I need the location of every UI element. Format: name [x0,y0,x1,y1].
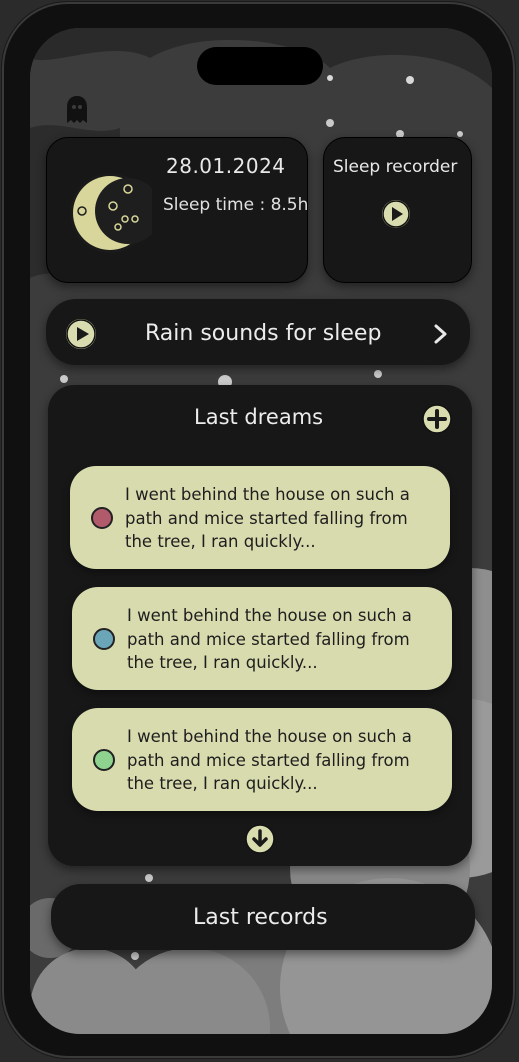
dream-color-dot [91,507,113,529]
ghost-icon[interactable] [65,95,89,125]
play-icon[interactable] [382,200,410,228]
last-records-label: Last records [193,905,328,930]
dream-color-dot [93,628,115,650]
rain-sounds-label: Rain sounds for sleep [145,321,382,346]
dream-text: I went behind the house on such a path a… [127,606,412,672]
sleep-recorder-label: Sleep recorder [333,157,458,177]
dynamic-island [197,47,323,85]
dream-item[interactable]: I went behind the house on such a path a… [70,466,450,569]
moon-icon [70,173,152,253]
dream-item[interactable]: I went behind the house on such a path a… [72,708,452,811]
dream-item[interactable]: I went behind the house on such a path a… [72,587,452,690]
play-icon[interactable] [66,319,96,349]
date-label: 28.01.2024 [166,154,286,178]
plus-icon[interactable] [422,404,452,434]
dream-color-dot [93,749,115,771]
dream-text: I went behind the house on such a path a… [125,485,410,551]
phone-frame: 28.01.2024 Sleep time : 8.5h Sleep recor… [2,2,515,1058]
arrow-down-icon[interactable] [245,824,275,854]
chevron-right-icon[interactable] [430,322,450,346]
screen: 28.01.2024 Sleep time : 8.5h Sleep recor… [30,28,492,1034]
last-dreams-title: Last dreams [194,405,324,429]
dream-text: I went behind the house on such a path a… [127,727,412,793]
sleep-time-label: Sleep time : 8.5h [163,195,309,215]
